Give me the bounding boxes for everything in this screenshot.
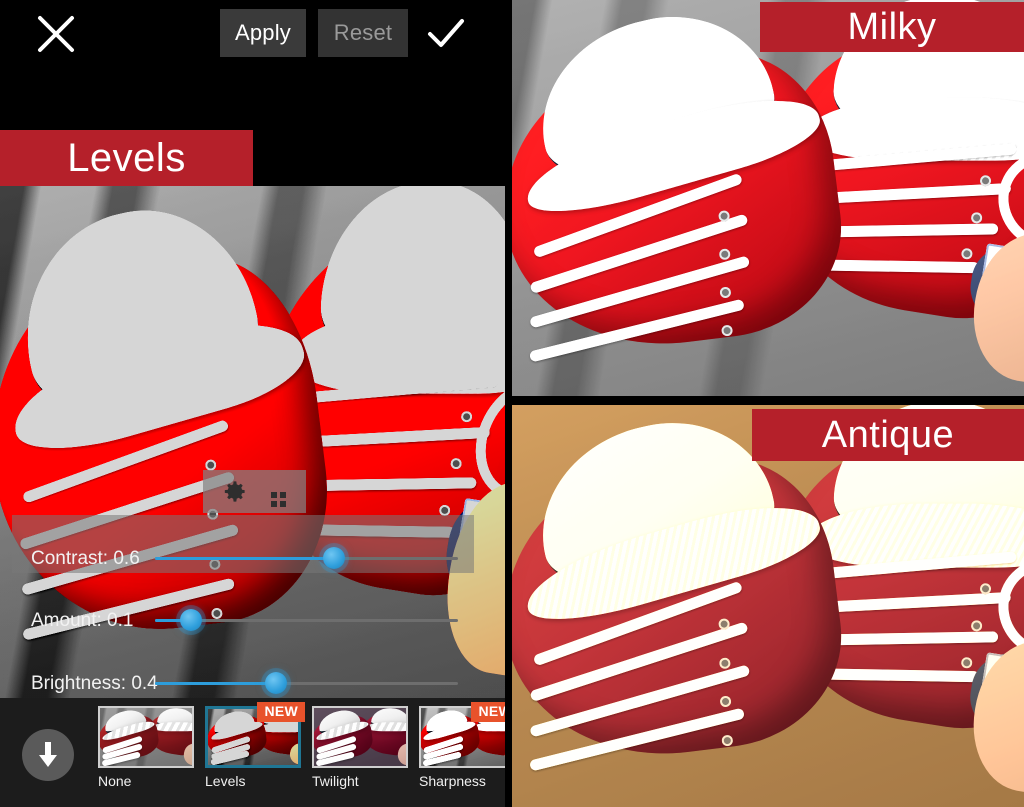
comparison-panel-milky[interactable] xyxy=(512,0,1024,396)
banner-antique: Antique xyxy=(752,409,1024,461)
banner-milky: Milky xyxy=(760,2,1024,52)
slider-thumb-contrast[interactable] xyxy=(322,547,345,569)
app-screen: Apply Reset Levels Contrast: 0.6 Amount:… xyxy=(0,0,1024,807)
slider-track-brightness[interactable] xyxy=(155,672,458,695)
slider-track-contrast[interactable] xyxy=(155,547,458,570)
filter-thumb-label: Twilight xyxy=(312,773,359,789)
filter-thumb-label: None xyxy=(98,773,132,789)
filter-thumb-none[interactable]: None xyxy=(98,706,194,807)
slider-label-amount: Amount: 0.1 xyxy=(31,610,134,631)
filter-thumb-label: Sharpness xyxy=(419,773,486,789)
adjustment-sliders: Contrast: 0.6 Amount: 0.1 Brightness: 0.… xyxy=(0,515,505,700)
filter-thumbs: None NEW Levels Twilight NE Sharpness xyxy=(98,698,505,807)
slider-track-amount[interactable] xyxy=(155,609,458,632)
new-badge: NEW xyxy=(471,702,505,722)
slider-thumb-amount[interactable] xyxy=(180,609,203,631)
apply-button[interactable]: Apply xyxy=(220,9,306,57)
check-icon[interactable] xyxy=(424,12,468,56)
filter-filmstrip: None NEW Levels Twilight NE Sharpness xyxy=(0,698,505,807)
comparison-panel-antique[interactable] xyxy=(512,405,1024,807)
arrow-down-icon[interactable] xyxy=(22,729,74,781)
filter-name-banner: Levels xyxy=(0,130,253,186)
overlay-tools-panel xyxy=(203,470,306,513)
close-icon[interactable] xyxy=(34,12,78,56)
filter-thumb-twilight[interactable]: Twilight xyxy=(312,706,408,807)
top-toolbar: Apply Reset xyxy=(0,0,505,66)
filter-thumb-levels[interactable]: NEW Levels xyxy=(205,702,305,807)
grid-dots-icon[interactable] xyxy=(271,492,287,508)
new-badge: NEW xyxy=(257,702,305,722)
reset-button[interactable]: Reset xyxy=(318,9,408,57)
slider-row-contrast[interactable]: Contrast: 0.6 xyxy=(0,538,505,580)
slider-thumb-brightness[interactable] xyxy=(265,672,288,694)
slider-label-contrast: Contrast: 0.6 xyxy=(31,548,140,569)
filter-thumb-sharpness[interactable]: NEW Sharpness xyxy=(419,702,505,807)
slider-label-brightness: Brightness: 0.4 xyxy=(31,673,158,694)
horizontal-divider xyxy=(505,396,1024,405)
editor-panel: Apply Reset Levels Contrast: 0.6 Amount:… xyxy=(0,0,505,807)
gear-icon[interactable] xyxy=(221,478,248,505)
filter-thumb-label: Levels xyxy=(205,773,246,789)
slider-row-amount[interactable]: Amount: 0.1 xyxy=(0,600,505,642)
